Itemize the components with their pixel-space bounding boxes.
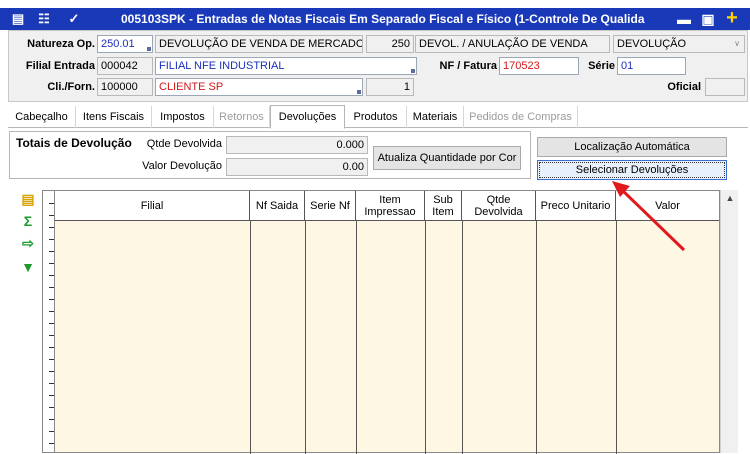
tab-produtos[interactable]: Produtos: [345, 106, 407, 128]
row-indicator: [42, 190, 55, 453]
natureza-type: DEVOLUÇÃO: [617, 38, 687, 50]
oficial-field: [705, 78, 745, 96]
top-strip: [0, 0, 750, 8]
tab-cabecalho[interactable]: Cabeçalho: [8, 106, 76, 128]
atualiza-quantidade-button[interactable]: Atualiza Quantidade por Cor: [373, 146, 521, 170]
tab-pedidos-compras: Pedidos de Compras: [464, 106, 578, 128]
window-title: 005103SPK - Entradas de Notas Fiscais Em…: [121, 12, 645, 26]
selecionar-devolucoes-button[interactable]: Selecionar Devoluções: [537, 160, 727, 180]
col-nf-saida[interactable]: Nf Saida: [250, 191, 305, 221]
natureza-desc: DEVOLUÇÃO DE VENDA DE MERCADORIA: [159, 38, 363, 50]
cli-label: Cli./Forn.: [47, 81, 95, 93]
devolucoes-grid[interactable]: Filial Nf Saida Serie Nf Item Impressao …: [54, 190, 720, 454]
localizacao-automatica-button[interactable]: Localização Automática: [537, 137, 727, 157]
chevron-down-icon: ∨: [734, 39, 740, 48]
qtde-label: Qtde Devolvida: [146, 138, 222, 150]
natureza-label: Natureza Op.: [27, 38, 95, 50]
vertical-scrollbar[interactable]: ▲: [720, 190, 738, 453]
natureza-code-field[interactable]: 250.01: [97, 35, 153, 53]
natureza-desc2-field: DEVOL. / ANULAÇÃO DE VENDA: [415, 35, 610, 53]
col-serie-nf[interactable]: Serie Nf: [305, 191, 356, 221]
add-icon[interactable]: +: [724, 8, 740, 28]
filial-desc-field[interactable]: FILIAL NFE INDUSTRIAL: [155, 57, 417, 75]
scroll-up-icon[interactable]: ▲: [724, 192, 736, 204]
col-item-impressao[interactable]: Item Impressao: [356, 191, 425, 221]
wrench-icon[interactable]: ✓: [66, 11, 82, 27]
cli-code: 100000: [101, 81, 138, 93]
col-sub-item[interactable]: Sub Item: [425, 191, 462, 221]
natureza-desc2: DEVOL. / ANULAÇÃO DE VENDA: [419, 38, 588, 50]
natureza-type-select[interactable]: DEVOLUÇÃO ∨: [613, 35, 745, 53]
remove-row-icon[interactable]: ▤: [20, 191, 36, 207]
nf-value: 170523: [503, 60, 540, 72]
tab-materiais[interactable]: Materiais: [407, 106, 464, 128]
filial-label: Filial Entrada: [25, 60, 95, 72]
tab-impostos[interactable]: Impostos: [152, 106, 214, 128]
header-panel: Natureza Op. 250.01 DEVOLUÇÃO DE VENDA D…: [8, 30, 748, 102]
valor-field: 0.00: [226, 158, 368, 176]
col-preco-unitario[interactable]: Preco Unitario: [536, 191, 616, 221]
cli-num: 1: [403, 81, 410, 93]
natureza-code: 250.01: [101, 38, 135, 50]
download-icon[interactable]: ▼: [20, 259, 36, 275]
valor-value: 0.00: [342, 161, 364, 173]
qtde-value: 0.000: [336, 139, 364, 151]
filial-desc: FILIAL NFE INDUSTRIAL: [159, 60, 285, 72]
qtde-field: 0.000: [226, 136, 368, 154]
minimize-icon[interactable]: ▬: [676, 11, 692, 27]
grid-toolbar: ▤ Σ ⇨ ▼: [8, 185, 42, 453]
cli-code-field: 100000: [97, 78, 153, 96]
natureza-num: 250: [391, 38, 410, 50]
nf-label: NF / Fatura: [439, 60, 497, 72]
totals-title: Totais de Devolução: [16, 136, 132, 150]
serie-label: Série: [588, 60, 615, 72]
serie-field[interactable]: 01: [617, 57, 686, 75]
export-icon[interactable]: ⇨: [20, 235, 36, 251]
title-bar: ▤ ☷ ✓ 005103SPK - Entradas de Notas Fisc…: [0, 8, 750, 30]
col-valor[interactable]: Valor: [616, 191, 719, 221]
list-icon[interactable]: ▤: [10, 11, 26, 27]
col-qtde-devolvida[interactable]: Qtde Devolvida: [462, 191, 536, 221]
sum-icon[interactable]: Σ: [20, 213, 36, 229]
oficial-label: Oficial: [667, 81, 701, 93]
tab-devolucoes[interactable]: Devoluções: [270, 105, 345, 129]
tab-retornos: Retornos: [214, 106, 270, 128]
filial-code: 000042: [101, 60, 138, 72]
valor-label: Valor Devolução: [142, 160, 222, 172]
maximize-icon[interactable]: ▣: [700, 11, 716, 27]
natureza-desc-field: DEVOLUÇÃO DE VENDA DE MERCADORIA: [155, 35, 363, 53]
tab-bar: Cabeçalho Itens Fiscais Impostos Retorno…: [8, 105, 748, 129]
natureza-num-field: 250: [366, 35, 414, 53]
filial-code-field: 000042: [97, 57, 153, 75]
tab-itens-fiscais[interactable]: Itens Fiscais: [76, 106, 152, 128]
totals-panel: Totais de Devolução Qtde Devolvida 0.000…: [9, 131, 531, 179]
col-filial[interactable]: Filial: [55, 191, 250, 221]
nf-field[interactable]: 170523: [499, 57, 579, 75]
cli-num-field: 1: [366, 78, 414, 96]
tree-icon[interactable]: ☷: [36, 11, 52, 27]
cli-desc: CLIENTE SP: [159, 81, 224, 93]
grid-area: ▤ Σ ⇨ ▼ Filial Nf Saida Serie Nf Item Im…: [8, 185, 748, 454]
serie-value: 01: [621, 60, 634, 72]
cli-desc-field[interactable]: CLIENTE SP: [155, 78, 363, 96]
